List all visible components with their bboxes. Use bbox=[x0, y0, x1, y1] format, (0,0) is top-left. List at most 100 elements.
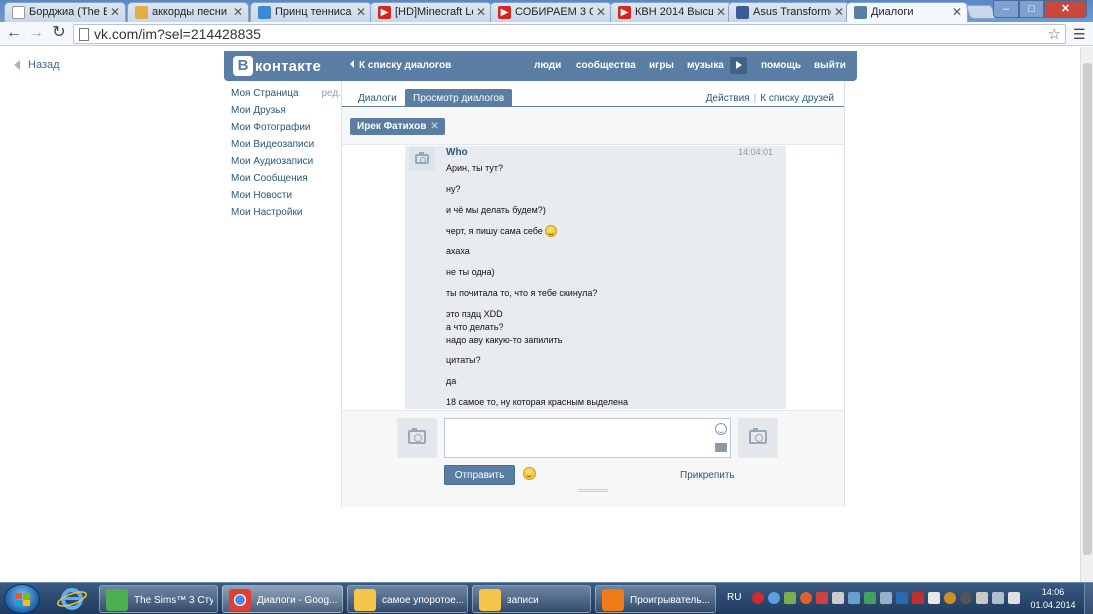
edit-link[interactable]: ред. bbox=[321, 88, 341, 99]
tab-view-dialogs[interactable]: Просмотр диалогов bbox=[405, 89, 513, 107]
close-tab-icon[interactable]: ✕ bbox=[110, 5, 120, 19]
browser-tab[interactable]: ▶ КВН 2014 Высша ✕ bbox=[610, 2, 732, 22]
tray-app-icon[interactable] bbox=[944, 592, 956, 604]
language-indicator[interactable]: RU bbox=[727, 592, 741, 603]
menu-help[interactable]: помощь bbox=[761, 60, 801, 71]
volume-icon[interactable] bbox=[928, 592, 940, 604]
back-link[interactable]: Назад bbox=[14, 59, 60, 71]
left-menu-item-settings[interactable]: Мои Настройки bbox=[231, 207, 341, 224]
chrome-menu-icon[interactable]: ☰ bbox=[1073, 26, 1086, 43]
vk-logo[interactable]: В контакте bbox=[233, 56, 321, 76]
tray-app-icon[interactable] bbox=[864, 592, 876, 604]
close-tab-icon[interactable]: ✕ bbox=[356, 5, 366, 19]
page-scrollbar[interactable] bbox=[1080, 47, 1093, 582]
close-tab-icon[interactable]: ✕ bbox=[834, 5, 844, 19]
close-icon[interactable]: ✕ bbox=[430, 121, 438, 132]
close-window-button[interactable]: ✕ bbox=[1044, 0, 1087, 18]
my-avatar[interactable] bbox=[397, 418, 437, 458]
battery-icon[interactable] bbox=[1008, 592, 1020, 604]
smiley-icon[interactable] bbox=[715, 423, 727, 435]
tray-app-icon[interactable] bbox=[768, 592, 780, 604]
browser-tab[interactable]: ▶ [HD]Minecraft Le ✕ bbox=[370, 2, 492, 22]
tab-dialogs[interactable]: Диалоги bbox=[350, 89, 405, 107]
back-arrow-icon[interactable]: ← bbox=[5, 24, 23, 42]
tray-app-icon[interactable] bbox=[784, 592, 796, 604]
left-menu-item-videos[interactable]: Мои Видеозаписи bbox=[231, 139, 341, 156]
tray-app-icon[interactable] bbox=[912, 592, 924, 604]
tray-app-icon[interactable] bbox=[992, 592, 1004, 604]
left-menu-item-photos[interactable]: Мои Фотографии bbox=[231, 122, 341, 139]
browser-tab[interactable]: Принц тенниса / ✕ bbox=[250, 2, 372, 22]
browser-tab-active[interactable]: Диалоги ✕ bbox=[846, 2, 968, 23]
tab-title: Диалоги bbox=[871, 6, 914, 18]
laughing-emoji-icon[interactable] bbox=[523, 467, 536, 480]
browser-tab[interactable]: Asus Transformer ✕ bbox=[728, 2, 850, 22]
taskbar-item-folder[interactable]: самое упоротое... bbox=[347, 585, 468, 613]
close-tab-icon[interactable]: ✕ bbox=[596, 5, 606, 19]
bluetooth-icon[interactable] bbox=[896, 592, 908, 604]
close-tab-icon[interactable]: ✕ bbox=[233, 5, 243, 19]
actions-link[interactable]: Действия bbox=[706, 93, 750, 104]
close-tab-icon[interactable]: ✕ bbox=[476, 5, 486, 19]
forward-arrow-icon[interactable]: → bbox=[27, 24, 45, 42]
window-controls: – □ ✕ bbox=[993, 0, 1087, 18]
browser-tab[interactable]: Борджиа (The Bo ✕ bbox=[4, 2, 126, 22]
tray-app-icon[interactable] bbox=[848, 592, 860, 604]
show-desktop-button[interactable] bbox=[1084, 583, 1093, 614]
resize-handle[interactable] bbox=[578, 489, 608, 492]
taskbar-item-chrome[interactable]: Диалоги - Goog... bbox=[222, 585, 343, 613]
close-tab-icon[interactable]: ✕ bbox=[716, 5, 726, 19]
send-button[interactable]: Отправить bbox=[444, 465, 515, 485]
start-button[interactable] bbox=[4, 584, 40, 614]
taskbar-item-folder[interactable]: записи bbox=[472, 585, 591, 613]
menu-communities[interactable]: сообщества bbox=[576, 60, 636, 71]
clock-time: 14:06 bbox=[1041, 587, 1065, 597]
tray-app-icon[interactable] bbox=[832, 592, 844, 604]
peer-chip[interactable]: Ирек Фатихов ✕ bbox=[350, 118, 445, 135]
minimize-button[interactable]: – bbox=[993, 0, 1019, 18]
tray-app-icon[interactable] bbox=[800, 592, 812, 604]
peer-avatar[interactable] bbox=[738, 418, 778, 458]
camera-attach-icon[interactable] bbox=[715, 443, 727, 452]
left-menu-item-friends[interactable]: Мои Друзья bbox=[231, 105, 341, 122]
left-menu-item-audio[interactable]: Мои Аудиозаписи bbox=[231, 156, 341, 173]
back-to-dialogs-link[interactable]: К списку диалогов bbox=[350, 60, 451, 71]
vk-icon bbox=[854, 6, 867, 19]
menu-music[interactable]: музыка bbox=[687, 60, 724, 71]
message-text: цитаты? bbox=[446, 355, 481, 365]
left-menu-item-my-page[interactable]: Моя Страница ред. bbox=[231, 88, 341, 105]
internet-explorer-icon[interactable] bbox=[52, 585, 92, 613]
system-clock[interactable]: 14:06 01.04.2014 bbox=[1023, 586, 1083, 612]
friends-list-link[interactable]: К списку друзей bbox=[760, 93, 834, 104]
scrollbar-thumb[interactable] bbox=[1083, 63, 1092, 555]
tab-title: СОБИРАЕМ 3 СУ bbox=[515, 6, 593, 18]
tray-app-icon[interactable] bbox=[752, 592, 764, 604]
url-input[interactable] bbox=[94, 26, 1034, 42]
play-icon[interactable] bbox=[730, 57, 747, 74]
address-bar[interactable]: ☆ bbox=[73, 24, 1066, 44]
message-textarea[interactable] bbox=[445, 419, 705, 455]
message-input-box[interactable] bbox=[444, 418, 731, 458]
network-icon[interactable] bbox=[976, 592, 988, 604]
tray-app-icon[interactable] bbox=[880, 592, 892, 604]
avatar[interactable] bbox=[409, 147, 435, 171]
menu-logout[interactable]: выйти bbox=[814, 60, 846, 71]
bookmark-star-icon[interactable]: ☆ bbox=[1048, 25, 1061, 43]
left-menu-item-messages[interactable]: Мои Сообщения bbox=[231, 173, 341, 190]
taskbar-item-sims[interactable]: The Sims™ 3 Сту... bbox=[99, 585, 218, 613]
tray-app-icon[interactable] bbox=[816, 592, 828, 604]
reload-icon[interactable]: ↻ bbox=[50, 24, 68, 42]
attach-link[interactable]: Прикрепить bbox=[680, 470, 735, 481]
close-tab-icon[interactable]: ✕ bbox=[952, 5, 962, 19]
message-author[interactable]: Who bbox=[446, 147, 468, 158]
taskbar-item-player[interactable]: Проигрыватель... bbox=[595, 585, 716, 613]
message-text: Арин, ты тут? bbox=[446, 163, 503, 173]
browser-tab[interactable]: аккорды песни з ✕ bbox=[127, 2, 249, 22]
left-menu-item-news[interactable]: Мои Новости bbox=[231, 190, 341, 207]
browser-tab[interactable]: ▶ СОБИРАЕМ 3 СУ ✕ bbox=[490, 2, 612, 22]
new-tab-button[interactable] bbox=[965, 5, 997, 19]
maximize-button[interactable]: □ bbox=[1019, 0, 1044, 18]
tray-app-icon[interactable] bbox=[960, 592, 972, 604]
menu-games[interactable]: игры bbox=[649, 60, 674, 71]
menu-people[interactable]: люди bbox=[534, 60, 561, 71]
